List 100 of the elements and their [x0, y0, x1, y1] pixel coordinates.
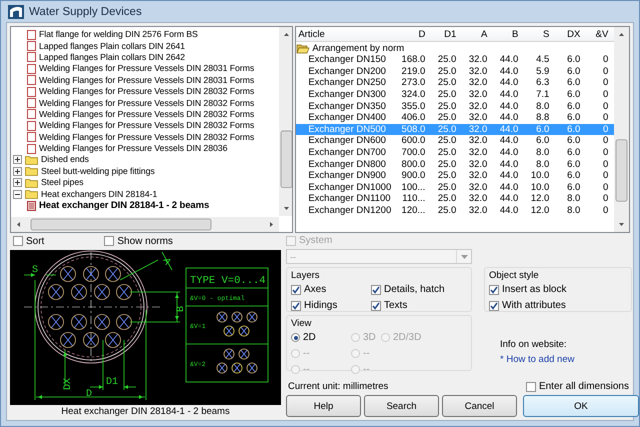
table-cell-text: 7.1 [535, 89, 550, 100]
checkbox[interactable] [104, 236, 114, 246]
dialog-button[interactable]: Cancel [442, 395, 517, 417]
table-row[interactable]: Exchanger DN150 168.0 25.0 32.0 44.0 4.5 6.0 0 [296, 54, 614, 66]
how-to-link[interactable]: * How to add new [500, 354, 574, 365]
column-header[interactable]: DX [551, 28, 582, 40]
group-title: View [291, 318, 312, 329]
checkbox[interactable] [291, 300, 301, 310]
table-cell-text: 25.0 [436, 77, 458, 88]
scrollbar[interactable] [614, 27, 629, 232]
table-cell-text: 100... [400, 182, 426, 193]
table-cell-text: 44.0 [498, 124, 520, 135]
expand-icon[interactable] [13, 178, 22, 188]
dialog-button[interactable]: Search [364, 395, 439, 417]
table-row[interactable]: Exchanger DN350 355.0 25.0 32.0 44.0 8.0 6.0 0 [296, 100, 614, 112]
column-header[interactable]: S [520, 28, 552, 40]
table-row[interactable]: Exchanger DN400 406.0 25.0 32.0 44.0 8.8 6.0 0 [296, 112, 614, 124]
table-row[interactable]: Exchanger DN1100 110... 25.0 32.0 44.0 12.0 8.0 0 [296, 193, 614, 205]
table-row[interactable]: Exchanger DN200 219.0 25.0 32.0 44.0 5.9 6.0 0 [296, 66, 614, 78]
table-cell-text: 44.0 [498, 66, 520, 77]
table-cell-text: 0 [602, 205, 610, 216]
tree-item[interactable]: Welding Flanges for Pressure Vessels DIN 28031 Forms [39, 74, 254, 86]
scrollbar[interactable] [279, 27, 292, 216]
tree-item[interactable]: Welding Flanges for Pressure Vessels DIN 28032 Forms [39, 98, 254, 109]
tree-item[interactable]: Welding Flanges for Pressure Vessels DIN 28032 Forms [39, 132, 254, 143]
table-row[interactable]: Exchanger DN250 273.0 25.0 32.0 44.0 6.3 6.0 0 [296, 77, 614, 89]
tree-item[interactable]: Welding Flanges for Pressure Vessels DIN 28032 Forms [39, 86, 254, 98]
part-icon [27, 86, 36, 97]
checkbox[interactable] [489, 284, 499, 294]
tree-item[interactable]: Lapped flanges Plain collars DIN 2641 [39, 40, 185, 52]
table-cell-text: 32.0 [468, 170, 488, 182]
table-cell-text: 44.0 [498, 54, 520, 66]
column-header[interactable]: &V [582, 28, 610, 40]
checkbox-label[interactable]: Enter all dimensions [538, 381, 629, 392]
table-cell-text: 110... [401, 193, 426, 204]
checkbox-label[interactable]: Insert as block [502, 284, 566, 295]
dialog-button[interactable]: OK [523, 395, 639, 417]
checkbox[interactable] [489, 300, 499, 310]
dialog-button[interactable]: Help [286, 395, 361, 417]
table-cell-text: 44.0 [498, 170, 520, 182]
tree-item[interactable]: Heat exchangers DIN 28184-1 [41, 188, 158, 200]
tree-item[interactable]: Steel butt-welding pipe fittings [41, 166, 155, 177]
table-row[interactable]: Exchanger DN300 324.0 25.0 32.0 44.0 7.1 6.0 0 [296, 88, 614, 100]
checkbox[interactable] [13, 236, 23, 246]
tree-item[interactable]: Welding Flanges for Pressure Vessels DIN 28032 Forms [39, 108, 254, 120]
column-header[interactable]: B [489, 28, 520, 40]
tree-item[interactable]: Steel pipes [41, 177, 84, 188]
table-row[interactable]: Exchanger DN700 700.0 25.0 32.0 44.0 8.0 6.0 0 [296, 146, 614, 158]
collapse-icon[interactable] [13, 190, 22, 199]
tree-item[interactable]: Welding Flanges for Pressure Vessels DIN 28031 Forms [39, 63, 254, 74]
table-cell-text: 25.0 [436, 205, 458, 216]
checkbox[interactable] [526, 382, 536, 392]
table-cell-text: Exchanger DN1100 [307, 193, 392, 204]
checkbox-label[interactable]: With attributes [502, 300, 566, 311]
table-row[interactable]: Exchanger DN1200 120... 25.0 32.0 44.0 12.0 8.0 0 [296, 204, 614, 216]
column-header[interactable]: A [458, 28, 490, 40]
table-cell-text: 25.0 [436, 182, 458, 193]
table-cell-text: 25.0 [436, 193, 458, 204]
part-icon [27, 75, 36, 86]
table-cell-text: 32.0 [468, 100, 488, 112]
dimension-label: A [160, 256, 172, 268]
expand-icon[interactable] [13, 155, 22, 164]
checkbox[interactable] [371, 284, 381, 294]
expand-icon[interactable] [13, 166, 22, 176]
tree-item[interactable]: Heat exchanger DIN 28184-1 - 2 beams [39, 200, 210, 212]
tree-item[interactable]: Lapped flanges Plain collars DIN 2642 [39, 52, 185, 63]
tree-item[interactable]: Welding Flanges for Pressure Vessels DIN 28036 [39, 143, 228, 154]
table-cell-text: Exchanger DN600 [307, 135, 387, 146]
table-cell-text: 44.0 [498, 89, 520, 100]
table-row[interactable]: Exchanger DN600 600.0 25.0 32.0 44.0 6.0 6.0 0 [296, 135, 614, 147]
tree-item[interactable]: Flat flange for welding DIN 2576 Form BS [39, 29, 198, 40]
table-row[interactable]: Exchanger DN1000 100... 25.0 32.0 44.0 10.0 6.0 0 [296, 182, 614, 194]
column-header[interactable]: D [396, 28, 428, 40]
table-cell-text: 0 [602, 147, 610, 158]
column-header[interactable]: D1 [427, 28, 458, 40]
table-cell-text: 44.0 [498, 193, 520, 204]
checkbox[interactable] [371, 300, 381, 310]
table-cell-text: 6.0 [566, 158, 582, 170]
tree-item[interactable]: Dished ends [41, 154, 89, 166]
checkbox-label[interactable]: Sort [26, 236, 44, 246]
tree-item[interactable]: Welding Flanges for Pressure Vessels DIN 28032 Forms [39, 120, 254, 132]
scrollbar[interactable] [11, 217, 279, 232]
table-cell-text: 25.0 [436, 158, 458, 170]
table-cell-text: 6.3 [535, 77, 550, 88]
table-cell-text: 25.0 [436, 100, 458, 112]
checkbox-label[interactable]: Details, hatch [384, 284, 445, 295]
checkbox-label[interactable]: Texts [384, 300, 408, 311]
checkbox[interactable] [291, 284, 301, 294]
table-cell-text: 355.0 [400, 100, 426, 112]
checkbox-label[interactable]: Show norms [117, 236, 173, 246]
radio-button[interactable] [291, 333, 300, 342]
table-cell-text: 6.0 [566, 182, 582, 193]
table-row[interactable]: Exchanger DN800 800.0 25.0 32.0 44.0 8.0 6.0 0 [296, 158, 614, 170]
table-group-label[interactable]: Arrangement by norm [312, 42, 404, 54]
column-header[interactable]: Article [296, 28, 396, 40]
radio-label[interactable]: 2D [303, 332, 316, 343]
table-row[interactable]: Exchanger DN900 900.0 25.0 32.0 44.0 10.0 6.0 0 [296, 170, 614, 182]
table-cell-text: 44.0 [498, 135, 520, 146]
checkbox-label[interactable]: Hidings [304, 300, 338, 311]
checkbox-label[interactable]: Axes [304, 284, 326, 295]
